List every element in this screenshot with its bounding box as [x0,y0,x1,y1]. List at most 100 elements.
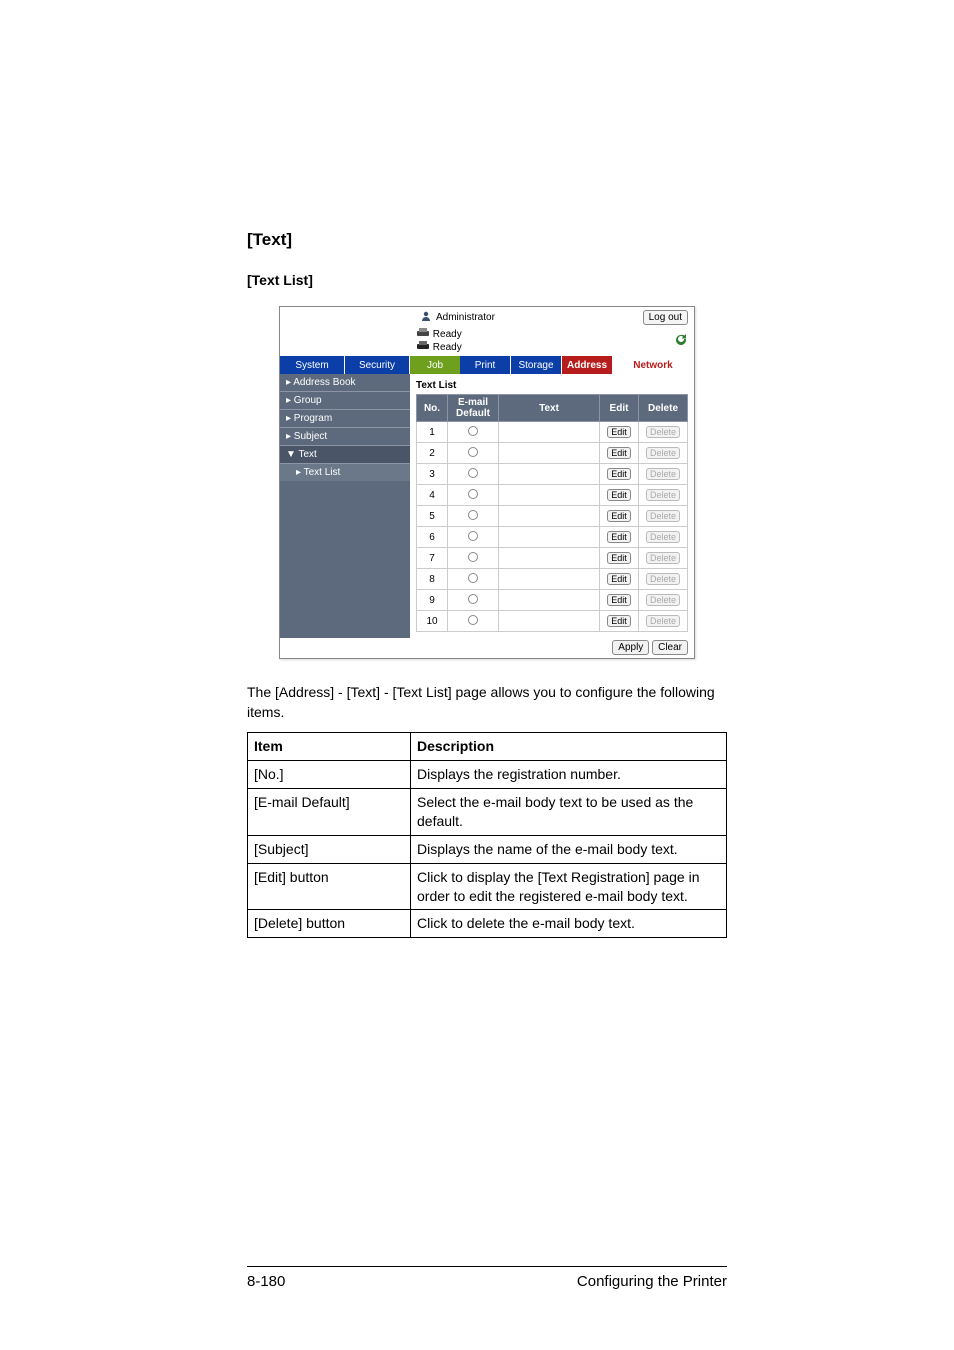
email-default-radio[interactable] [468,468,478,478]
sidebar-item-text[interactable]: ▼ Text [280,445,410,463]
apply-button[interactable]: Apply [612,640,649,655]
edit-button[interactable]: Edit [607,615,631,627]
table-row: [Delete] buttonClick to delete the e-mai… [248,910,727,938]
cell-edit: Edit [600,464,639,485]
administrator-icon [420,310,432,325]
email-default-radio[interactable] [468,447,478,457]
edit-button[interactable]: Edit [607,573,631,585]
cell-text [499,548,600,569]
delete-button[interactable]: Delete [646,489,680,501]
email-default-radio[interactable] [468,552,478,562]
table-row: [Subject]Displays the name of the e-mail… [248,835,727,863]
sidebar: ▸ Address Book ▸ Group ▸ Program ▸ Subje… [280,374,410,638]
delete-button[interactable]: Delete [646,510,680,522]
subsection-heading: [Text List] [247,272,727,288]
cell-no: 4 [417,485,448,506]
desc-description: Displays the registration number. [411,761,727,789]
delete-button[interactable]: Delete [646,573,680,585]
delete-button[interactable]: Delete [646,426,680,438]
cell-delete: Delete [639,527,688,548]
sidebar-item-program[interactable]: ▸ Program [280,409,410,427]
email-default-radio[interactable] [468,510,478,520]
tab-print[interactable]: Print [460,356,511,374]
edit-button[interactable]: Edit [607,594,631,606]
logout-button[interactable]: Log out [643,310,688,325]
edit-button[interactable]: Edit [607,468,631,480]
edit-button[interactable]: Edit [607,489,631,501]
cell-delete: Delete [639,443,688,464]
edit-button[interactable]: Edit [607,552,631,564]
sidebar-item-address-book[interactable]: ▸ Address Book [280,374,410,391]
cell-text [499,569,600,590]
cell-edit: Edit [600,548,639,569]
desc-item: [Delete] button [248,910,411,938]
cell-text [499,422,600,443]
tab-job[interactable]: Job [410,356,460,374]
table-row: 2 Edit Delete [417,443,688,464]
email-default-radio[interactable] [468,615,478,625]
cell-default [448,464,499,485]
sidebar-item-text-list[interactable]: ▸ Text List [280,463,410,481]
table-row: 9EditDelete [417,590,688,611]
cell-default [448,485,499,506]
ready-label-1: Ready [433,329,462,340]
tab-system[interactable]: System [280,356,345,374]
cell-edit: Edit [600,443,639,464]
cell-delete: Delete [639,548,688,569]
ready-label-2: Ready [433,342,462,353]
col-header-edit: Edit [600,395,639,422]
cell-default [448,548,499,569]
cell-delete: Delete [639,422,688,443]
cell-no: 7 [417,548,448,569]
description-table: Item Description [No.]Displays the regis… [247,732,727,938]
tab-network[interactable]: Network [612,356,694,374]
desc-item: [No.] [248,761,411,789]
edit-button[interactable]: Edit [607,447,631,459]
page-number: 8-180 [247,1273,285,1290]
administrator-label: Administrator [436,312,639,323]
sidebar-item-subject[interactable]: ▸ Subject [280,427,410,445]
email-default-radio[interactable] [468,489,478,499]
col-header-no: No. [417,395,448,422]
col-header-delete: Delete [639,395,688,422]
table-row: 8EditDelete [417,569,688,590]
page-footer: 8-180 Configuring the Printer [247,1266,727,1290]
desc-description: Select the e-mail body text to be used a… [411,788,727,835]
email-default-radio[interactable] [468,573,478,583]
table-row: 5EditDelete [417,506,688,527]
cell-edit: Edit [600,569,639,590]
footer-title: Configuring the Printer [285,1273,727,1290]
delete-button[interactable]: Delete [646,615,680,627]
cell-default [448,443,499,464]
delete-button[interactable]: Delete [646,531,680,543]
cell-edit: Edit [600,527,639,548]
table-row: 1EditDelete [417,422,688,443]
edit-button[interactable]: Edit [607,531,631,543]
delete-button[interactable]: Delete [646,468,680,480]
printer-status-icon-2 [416,341,430,354]
cell-no: 2 [417,443,448,464]
email-default-radio[interactable] [468,531,478,541]
intro-paragraph: The [Address] - [Text] - [Text List] pag… [247,683,727,722]
delete-button[interactable]: Delete [646,447,680,459]
tab-address[interactable]: Address [562,356,612,374]
tab-security[interactable]: Security [345,356,410,374]
edit-button[interactable]: Edit [607,426,631,438]
sidebar-item-group[interactable]: ▸ Group [280,391,410,409]
email-default-radio[interactable] [468,426,478,436]
delete-button[interactable]: Delete [646,594,680,606]
cell-delete: Delete [639,464,688,485]
email-default-radio[interactable] [468,594,478,604]
desc-header-item: Item [248,733,411,761]
tab-storage[interactable]: Storage [511,356,562,374]
clear-button[interactable]: Clear [652,640,688,655]
table-row: 7 Edit Delete [417,548,688,569]
text-list-table: No. E-mail Default Text Edit Delete 1Edi… [416,394,688,632]
delete-button[interactable]: Delete [646,552,680,564]
cell-text [499,611,600,632]
table-row: 3EditDelete [417,464,688,485]
cell-edit: Edit [600,422,639,443]
refresh-icon[interactable] [674,333,688,350]
screenshot-container: Administrator Log out Ready [247,306,727,659]
edit-button[interactable]: Edit [607,510,631,522]
